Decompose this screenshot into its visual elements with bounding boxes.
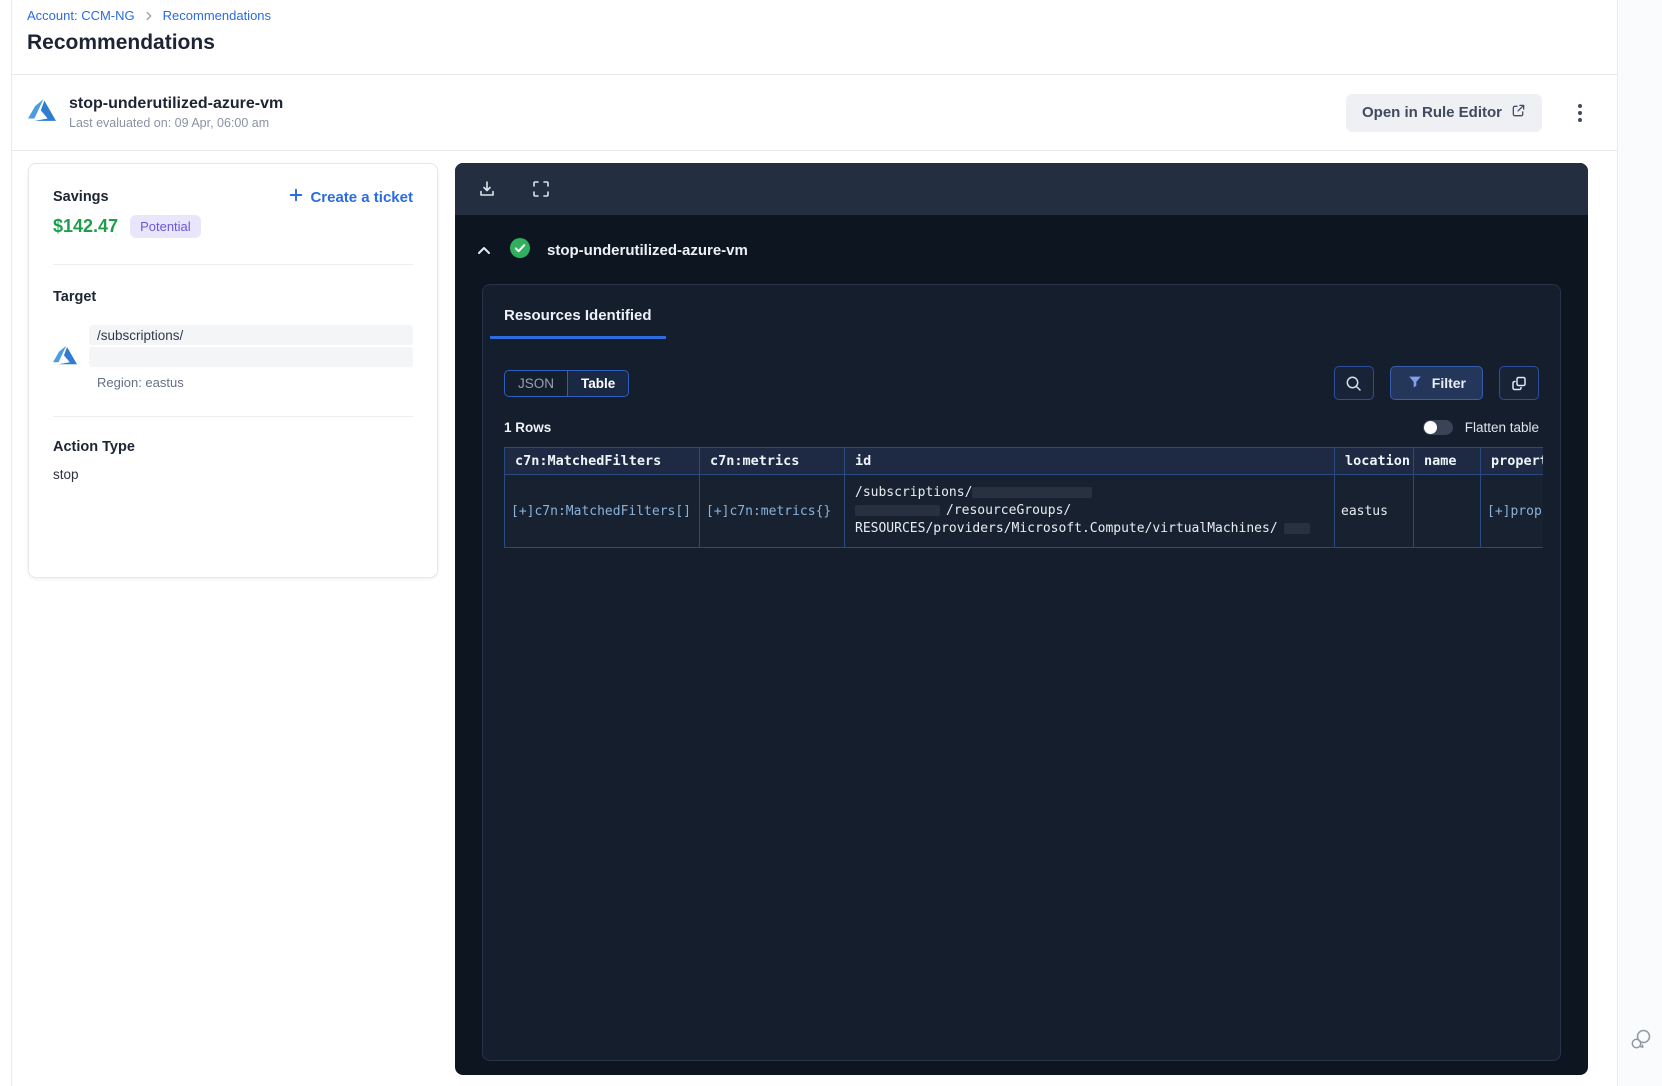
external-link-icon bbox=[1511, 103, 1526, 122]
table-header-row: c7n:MatchedFilters c7n:metrics id locati… bbox=[504, 447, 1543, 475]
rule-output-panel: stop-underutilized-azure-vm Resources Id… bbox=[455, 163, 1588, 1075]
breadcrumb-separator-icon bbox=[142, 9, 156, 23]
table-meta: 1 Rows Flatten table bbox=[483, 420, 1560, 435]
col-matched-filters: c7n:MatchedFilters bbox=[504, 447, 700, 475]
target-resource: /subscriptions/ Region: eastus bbox=[53, 325, 413, 390]
col-name: name bbox=[1413, 447, 1481, 475]
rows-count: 1 Rows bbox=[504, 420, 552, 435]
search-button[interactable] bbox=[1333, 366, 1374, 400]
resources-card: Resources Identified JSON Table Filter 1… bbox=[482, 284, 1561, 1061]
savings-label: Savings bbox=[53, 189, 109, 205]
flatten-table-label: Flatten table bbox=[1464, 420, 1539, 435]
col-properties: propert bbox=[1480, 447, 1543, 475]
rule-result-header: stop-underutilized-azure-vm bbox=[455, 237, 1588, 264]
chat-help-icon[interactable] bbox=[1628, 1026, 1654, 1057]
recommendation-summary-card: Savings Create a ticket $142.47 Potentia… bbox=[28, 163, 438, 578]
col-location: location bbox=[1334, 447, 1414, 475]
azure-icon bbox=[53, 343, 77, 372]
resources-table: c7n:MatchedFilters c7n:metrics id locati… bbox=[504, 447, 1543, 548]
azure-icon bbox=[28, 96, 56, 129]
action-type-value: stop bbox=[53, 467, 79, 482]
rule-header-divider bbox=[12, 150, 1617, 151]
target-label: Target bbox=[53, 289, 97, 305]
viewer-toolbar bbox=[455, 163, 1588, 215]
recommendations-page: Account: CCM-NG Recommendations Recommen… bbox=[0, 0, 1662, 1086]
filter-icon bbox=[1407, 374, 1423, 393]
rule-last-evaluated: Last evaluated on: 09 Apr, 06:00 am bbox=[69, 116, 270, 130]
tab-resources-identified[interactable]: Resources Identified bbox=[490, 307, 666, 339]
cell-location: eastus bbox=[1334, 474, 1414, 548]
download-button[interactable] bbox=[475, 177, 499, 201]
page-title: Recommendations bbox=[27, 31, 215, 54]
table-row: [+]c7n:MatchedFilters[] [+]c7n:metrics{}… bbox=[504, 474, 1543, 548]
cell-name bbox=[1413, 474, 1481, 548]
flatten-table-toggle[interactable] bbox=[1422, 420, 1453, 435]
create-ticket-label: Create a ticket bbox=[310, 188, 413, 206]
cell-properties-expand[interactable]: [+]prop bbox=[1480, 474, 1543, 548]
rule-header: stop-underutilized-azure-vm Last evaluat… bbox=[28, 75, 1588, 150]
rule-name: stop-underutilized-azure-vm bbox=[69, 95, 284, 112]
resources-table-wrapper: c7n:MatchedFilters c7n:metrics id locati… bbox=[504, 447, 1543, 548]
more-options-button[interactable] bbox=[1572, 100, 1588, 126]
cell-metrics-expand[interactable]: [+]c7n:metrics{} bbox=[699, 474, 845, 548]
plus-icon bbox=[289, 188, 303, 206]
tab-bar: Resources Identified bbox=[483, 285, 1560, 340]
breadcrumb-account-link[interactable]: Account: CCM-NG bbox=[27, 8, 135, 23]
savings-potential-badge: Potential bbox=[130, 215, 201, 238]
cell-matched-filters-expand[interactable]: [+]c7n:MatchedFilters[] bbox=[504, 474, 700, 548]
col-metrics: c7n:metrics bbox=[699, 447, 845, 475]
cell-id: /subscriptions/ /resourceGroups/ RESOURC… bbox=[844, 474, 1335, 548]
breadcrumb-recommendations-link[interactable]: Recommendations bbox=[163, 8, 271, 23]
view-table-option[interactable]: Table bbox=[568, 370, 629, 396]
card-divider bbox=[53, 264, 413, 265]
view-mode-toggle: JSON Table bbox=[504, 369, 630, 397]
target-region: Region: eastus bbox=[97, 375, 184, 390]
fullscreen-button[interactable] bbox=[529, 177, 553, 201]
action-type-label: Action Type bbox=[53, 439, 135, 455]
target-path: /subscriptions/ bbox=[89, 325, 413, 345]
open-in-rule-editor-label: Open in Rule Editor bbox=[1361, 104, 1502, 121]
table-controls: JSON Table Filter bbox=[483, 366, 1560, 400]
collapse-chevron-up-icon[interactable] bbox=[473, 240, 495, 262]
filter-label: Filter bbox=[1431, 375, 1466, 391]
copy-button[interactable] bbox=[1499, 366, 1539, 400]
right-gutter bbox=[1617, 0, 1662, 1086]
breadcrumb: Account: CCM-NG Recommendations bbox=[27, 8, 271, 23]
create-ticket-link[interactable]: Create a ticket bbox=[289, 188, 413, 206]
card-divider bbox=[53, 416, 413, 417]
rule-result-title: stop-underutilized-azure-vm bbox=[547, 242, 748, 259]
savings-amount: $142.47 bbox=[53, 216, 119, 236]
open-in-rule-editor-button[interactable]: Open in Rule Editor bbox=[1345, 93, 1542, 132]
view-json-option[interactable]: JSON bbox=[505, 370, 569, 396]
filter-button[interactable]: Filter bbox=[1389, 366, 1483, 400]
target-path-redacted bbox=[89, 347, 413, 367]
left-edge-divider bbox=[11, 0, 12, 1086]
success-check-icon bbox=[509, 237, 531, 264]
col-id: id bbox=[844, 447, 1335, 475]
